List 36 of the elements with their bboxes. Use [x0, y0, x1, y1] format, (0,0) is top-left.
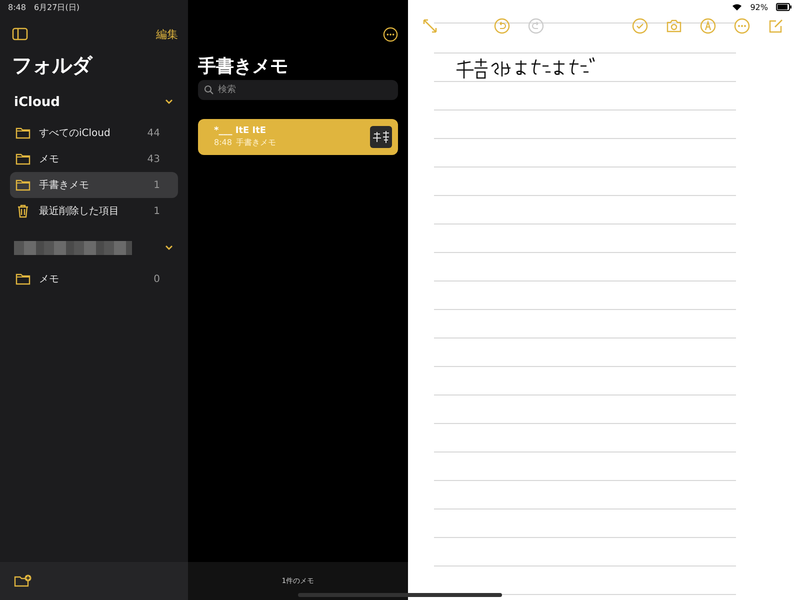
- folder-item[interactable]: すべてのiCloud 44: [10, 120, 178, 146]
- status-time: 8:48: [8, 2, 26, 12]
- folder-icon: [15, 151, 31, 167]
- sidebar-title: フォルダ: [11, 52, 94, 79]
- undo-icon[interactable]: [494, 18, 510, 34]
- trash-icon: [15, 203, 31, 219]
- wifi-icon: [732, 3, 742, 11]
- pen-tip-icon[interactable]: [700, 18, 716, 34]
- section-title: iCloud: [14, 94, 60, 110]
- note-meta: 8:48 手書きメモ: [214, 137, 277, 148]
- folder-icon: [15, 271, 31, 287]
- folder-icon: [15, 177, 31, 193]
- sidebar-icon[interactable]: [12, 27, 28, 41]
- checklist-icon[interactable]: [632, 18, 648, 34]
- folder-item[interactable]: 最近削除した項目 1: [10, 198, 178, 224]
- search-field[interactable]: 検索: [198, 80, 398, 100]
- note-title: *___ ItE ItE: [214, 126, 268, 136]
- chevron-down-icon[interactable]: [164, 98, 174, 106]
- status-date: 6月27日(日): [34, 2, 80, 12]
- new-folder-icon[interactable]: [14, 574, 32, 588]
- note-list-title: 手書きメモ: [197, 55, 289, 79]
- redo-icon[interactable]: [528, 18, 544, 34]
- battery-percent: 92%: [750, 2, 768, 12]
- camera-icon[interactable]: [666, 18, 682, 34]
- collapse-arrows-icon[interactable]: [422, 18, 438, 34]
- handwriting-thumbnail: [370, 126, 392, 148]
- folder-item[interactable]: 手書きメモ 1: [10, 172, 178, 198]
- more-icon[interactable]: [383, 26, 398, 42]
- folder-item[interactable]: メモ 43: [10, 146, 178, 172]
- folder-item[interactable]: メモ 0: [10, 266, 178, 292]
- edit-button[interactable]: 編集: [156, 26, 178, 42]
- search-icon: [204, 85, 214, 95]
- chevron-down-icon[interactable]: [164, 244, 174, 252]
- compose-icon[interactable]: [768, 18, 784, 34]
- battery-icon: [776, 3, 792, 11]
- folder-icon: [15, 125, 31, 141]
